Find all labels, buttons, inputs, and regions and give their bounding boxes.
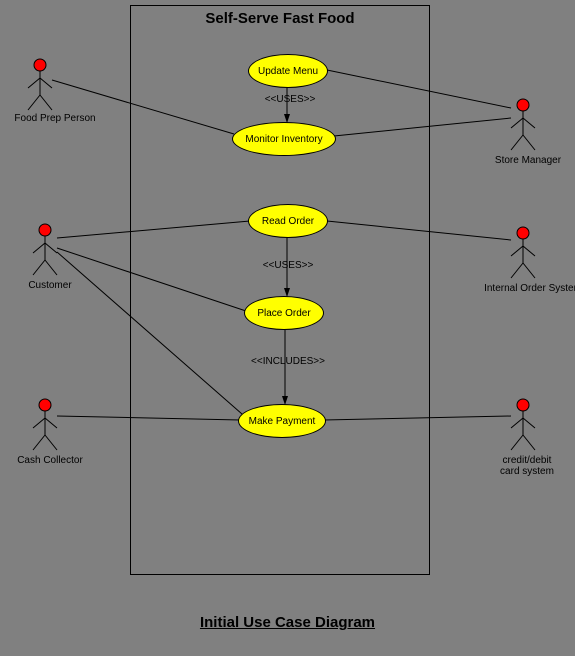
usecase-update-menu: Update Menu xyxy=(248,54,328,88)
usecase-place-order: Place Order xyxy=(244,296,324,330)
actor-food-prep-person-label: Food Prep Person xyxy=(10,113,100,124)
actor-credit-debit-card-system-icon xyxy=(511,399,535,450)
actor-credit-debit-card-system-label: credit/debit card system xyxy=(490,455,564,477)
relation-includes: <<INCLUDES>> xyxy=(246,356,330,367)
assoc-ios-readorder xyxy=(327,221,511,240)
assoc-cardsystem-makepayment xyxy=(324,416,511,420)
assoc-customer-readorder xyxy=(57,221,250,238)
assoc-cashcollector-makepayment xyxy=(57,416,240,420)
assoc-storemgr-update xyxy=(327,70,511,108)
assoc-storemgr-monitor xyxy=(334,118,511,136)
assoc-customer-placeorder xyxy=(57,248,246,311)
actor-store-manager-icon xyxy=(511,99,535,150)
actor-customer-icon xyxy=(33,224,57,275)
actor-food-prep-person-icon xyxy=(28,59,52,110)
actor-cash-collector-icon xyxy=(33,399,57,450)
usecase-make-payment: Make Payment xyxy=(238,404,326,438)
actor-cash-collector-label: Cash Collector xyxy=(10,455,90,466)
actor-internal-order-system-icon xyxy=(511,227,535,278)
assoc-foodprep-monitor xyxy=(52,80,234,134)
actor-store-manager-label: Store Manager xyxy=(488,155,568,166)
usecase-read-order: Read Order xyxy=(248,204,328,238)
usecase-monitor-inventory: Monitor Inventory xyxy=(232,122,336,156)
actor-customer-label: Customer xyxy=(20,280,80,291)
actor-internal-order-system-label: Internal Order System xyxy=(478,283,575,294)
relation-uses-1: <<USES>> xyxy=(260,94,320,105)
relation-uses-2: <<USES>> xyxy=(258,260,318,271)
assoc-customer-makepayment xyxy=(57,252,242,414)
